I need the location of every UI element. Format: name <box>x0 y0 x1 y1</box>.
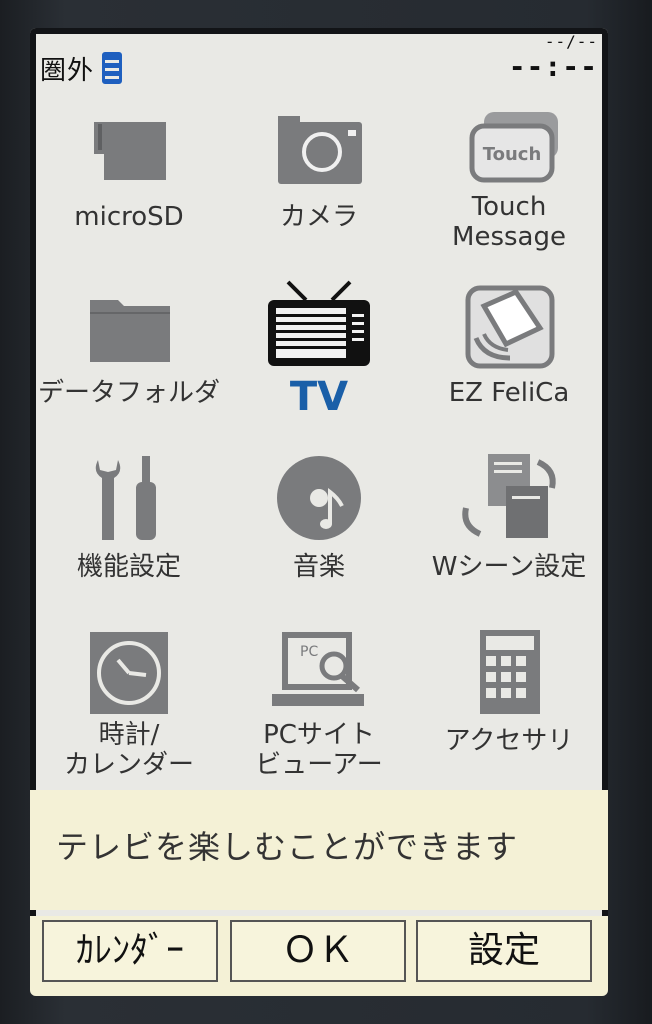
svg-text:Touch: Touch <box>483 144 542 165</box>
menu-item-camera[interactable]: カメラ <box>224 98 414 268</box>
menu-item-tv[interactable]: TV <box>224 274 414 444</box>
camera-icon <box>278 116 362 184</box>
menu-item-label: EZ FeliCa <box>448 378 570 408</box>
menu-item-accessories[interactable]: アクセサリ <box>414 622 604 792</box>
clock-display: --/-- --:-- <box>478 32 598 83</box>
menu-item-function-settings[interactable]: 機能設定 <box>34 448 224 618</box>
menu-item-label: 時計/ カレンダー <box>63 720 194 780</box>
menu-item-touch-message[interactable]: Touch Touch Message <box>414 98 604 268</box>
clock-icon <box>90 632 168 714</box>
menu-item-label: Wシーン設定 <box>431 552 587 582</box>
svg-text:PC: PC <box>300 644 318 660</box>
menu-item-pc-site-viewer[interactable]: PC PCサイト ビューアー <box>224 622 414 792</box>
calendar-softkey[interactable]: ｶﾚﾝﾀﾞｰ <box>42 920 218 982</box>
menu-item-label: 音楽 <box>292 552 345 582</box>
help-text: テレビを楽しむことができます <box>56 828 519 866</box>
menu-item-label: アクセサリ <box>444 726 574 756</box>
menu-item-music[interactable]: 音楽 <box>224 448 414 618</box>
phone-bezel: 圏外 --/-- --:-- microSD カメラ Touch Touch M… <box>0 0 652 1024</box>
menu-item-data-folder[interactable]: データフォルダ <box>34 274 224 444</box>
folder-icon <box>90 300 170 362</box>
menu-item-label: 機能設定 <box>76 552 181 582</box>
battery-icon <box>102 52 122 84</box>
menu-item-microsd[interactable]: microSD <box>34 98 224 268</box>
microsd-card-icon <box>94 122 166 180</box>
help-panel: テレビを楽しむことができます <box>30 790 608 910</box>
menu-grid: microSD カメラ Touch Touch Message データフォルダ … <box>30 98 608 798</box>
tools-icon <box>95 456 156 540</box>
calculator-icon <box>480 630 540 714</box>
menu-item-label: microSD <box>74 202 184 232</box>
menu-item-label: カメラ <box>279 202 358 232</box>
settings-softkey[interactable]: 設定 <box>416 920 592 982</box>
phone-screen: 圏外 --/-- --:-- microSD カメラ Touch Touch M… <box>30 28 608 996</box>
menu-item-label: Touch Message <box>452 192 566 252</box>
ok-softkey[interactable]: ＯＫ <box>230 920 406 982</box>
music-disc-icon <box>277 456 361 540</box>
menu-item-ez-felica[interactable]: EZ FeliCa <box>414 274 604 444</box>
softkey-bar: ｶﾚﾝﾀﾞｰ ＯＫ 設定 <box>30 916 608 996</box>
menu-item-clock-calendar[interactable]: 時計/ カレンダー <box>34 622 224 792</box>
signal-status: 圏外 <box>40 56 95 86</box>
w-scene-icon <box>462 454 556 538</box>
menu-item-label: データフォルダ <box>37 378 220 408</box>
menu-item-label-selected: TV <box>289 374 349 420</box>
felica-icon <box>465 285 555 369</box>
touch-message-icon: Touch <box>469 112 558 183</box>
menu-item-w-scene-settings[interactable]: Wシーン設定 <box>414 448 604 618</box>
menu-item-label: PCサイト ビューアー <box>255 720 383 780</box>
tv-icon <box>268 280 370 366</box>
pc-site-viewer-icon: PC <box>272 632 364 706</box>
status-bar: 圏外 --/-- --:-- <box>30 28 608 86</box>
date-text: --/-- <box>544 32 598 51</box>
time-text: --:-- <box>508 50 598 83</box>
